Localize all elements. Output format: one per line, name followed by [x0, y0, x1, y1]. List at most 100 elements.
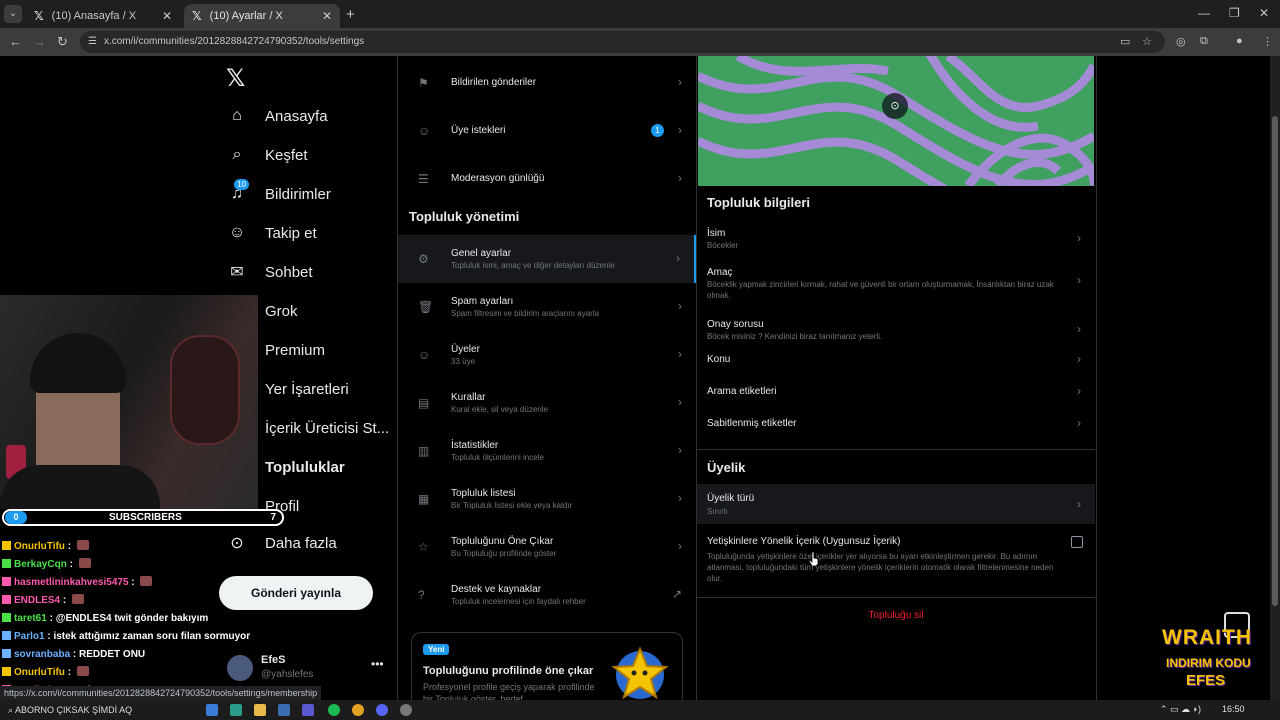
chat-text: @ENDLES4 twit gönder bakıyım [55, 613, 209, 624]
menu-row-reported-posts[interactable]: ⚑ Bildirilen gönderiler › [398, 58, 696, 106]
nav-label: Takip et [265, 224, 317, 242]
nav-item-follow[interactable]: ☺ Takip et [226, 218, 317, 248]
close-icon[interactable]: ✕ [322, 9, 332, 23]
taskbar-search[interactable]: ⌕ ABORNO ÇIKSAK ŞİMDİ AQ [8, 703, 188, 717]
mail-icon: ✉ [230, 264, 244, 281]
edge-icon[interactable] [230, 704, 242, 716]
row-title: Üyeler [451, 344, 480, 355]
nav-label: Bildirimler [265, 185, 331, 203]
account-switcher[interactable]: EfeS @yahslefes ••• [227, 654, 387, 684]
menu-kebab-icon[interactable]: ⋮ [1262, 35, 1273, 48]
membership-type-row[interactable]: Üyelik türü Sınırlı › [697, 484, 1095, 524]
hand-cursor-icon [809, 552, 819, 566]
menu-row-chart[interactable]: ▥ İstatistikler Topluluk ölçümlerini incel… [398, 427, 696, 475]
profile-icon[interactable]: ● [1236, 35, 1243, 47]
chevron-right-icon: › [1077, 384, 1081, 398]
chat-badge-icon [2, 613, 11, 622]
star-illustration-icon [611, 646, 669, 700]
window-close-icon[interactable]: ✕ [1259, 6, 1269, 20]
chevron-right-icon: › [678, 347, 682, 361]
restore-icon[interactable]: ❐ [1229, 6, 1240, 20]
nav-item-notifications[interactable]: ♫ 10 Bildirimler [226, 179, 331, 209]
user-name: EfeS [261, 654, 286, 666]
tab-search-icon[interactable]: ⌄ [4, 5, 22, 23]
spotify-icon[interactable] [328, 704, 340, 716]
menu-row-moderation-log[interactable]: ☰ Moderasyon günlüğü › [398, 154, 696, 202]
user-handle: @yahslefes [261, 669, 314, 680]
site-info-icon[interactable]: ☰ [88, 31, 97, 53]
nav-label: Grok [265, 302, 298, 320]
reload-icon[interactable]: ↻ [57, 34, 68, 50]
adult-content-checkbox[interactable] [1071, 536, 1083, 548]
outlook-icon[interactable] [278, 704, 290, 716]
chat-badge-icon [2, 649, 11, 658]
chevron-right-icon: › [678, 171, 682, 185]
adult-content-row[interactable]: Yetişkinlere Yönelik İçerik (Uygunsuz İç… [697, 536, 1095, 596]
extensions-puzzle-icon[interactable]: ⧉ [1200, 35, 1208, 48]
nav-item-more[interactable]: ⊙ Daha fazla [226, 528, 336, 558]
row-sub: 33 üye [451, 357, 476, 366]
community-banner[interactable]: ⊙ [698, 56, 1094, 186]
menu-row-trash[interactable]: 🗑 Spam ayarları Spam filtresini ve bildiri… [398, 283, 696, 331]
row-title: Topluluk listesi [451, 488, 516, 499]
nav-item-home[interactable]: ⌂ Anasayfa [226, 101, 327, 131]
request-count-badge: 1 [651, 124, 664, 137]
info-row[interactable]: Onay sorusu Böcek misiniz ? Kendinizi bir… [697, 319, 1095, 349]
menu-row-list[interactable]: ▦ Topluluk listesi Bir Topluluk listesi ek… [398, 475, 696, 523]
cast-icon[interactable]: ▭ [1120, 35, 1130, 48]
row-title: Yetişkinlere Yönelik İçerik (Uygunsuz İç… [707, 536, 901, 547]
explorer-icon[interactable] [254, 704, 266, 716]
menu-row-star[interactable]: ☆ Topluluğunu Öne Çıkar Bu Topluluğu profi… [398, 523, 696, 571]
address-bar[interactable]: ☰ x.com/i/communities/201282884272479035… [80, 31, 1165, 53]
menu-row-gear[interactable]: ⚙ Genel ayarlar Topluluk ismi, amaç ve diğ… [398, 235, 696, 283]
nav-item-chat[interactable]: ✉ Sohbet [226, 257, 313, 287]
forward-icon[interactable]: → [33, 34, 46, 49]
tray-icons[interactable]: ⌃ ▭ ☁ ◗) [1160, 704, 1201, 715]
info-row[interactable]: İsim Böcekler › [697, 228, 1095, 258]
minimize-icon[interactable]: — [1198, 6, 1210, 20]
search-icon: ⌕ [8, 705, 16, 715]
list-icon: ▦ [418, 492, 430, 506]
menu-row-rules[interactable]: ▤ Kurallar Kural ekle, sil veya düzenle › [398, 379, 696, 427]
chat-message: taret61 : @ENDLES4 twit gönder bakıyım [2, 610, 242, 628]
row-title: İstatistikler [451, 440, 499, 451]
browser-tab-home[interactable]: 𝕏 (10) Anasayfa / X ✕ [26, 4, 180, 28]
new-tab-icon[interactable]: + [346, 6, 355, 23]
row-sub: Bir Topluluk listesi ekle veya kaldır [451, 501, 573, 510]
camera-icon[interactable]: ⊙ [882, 93, 908, 119]
chat-message: OnurluTifu : [2, 664, 242, 682]
chat-separator: : [60, 595, 70, 606]
info-row[interactable]: Konu › [697, 352, 1095, 384]
menu-row-members[interactable]: ☺ Üyeler 33 üye › [398, 331, 696, 379]
teams-icon[interactable] [302, 704, 314, 716]
info-row[interactable]: Amaç Böceklik yapmak zincirleri kırmak, r… [697, 267, 1095, 300]
post-button[interactable]: Gönderi yayınla [219, 576, 373, 610]
chrome-icon[interactable] [352, 704, 364, 716]
chevron-right-icon: › [676, 251, 680, 265]
page-scrollbar[interactable] [1270, 56, 1280, 700]
bookmark-star-icon[interactable]: ☆ [1142, 35, 1152, 48]
nav-label: Sohbet [265, 263, 313, 281]
menu-row-member-requests[interactable]: ☺ Üye istekleri 1 › [398, 106, 696, 154]
windows-start-icon[interactable] [206, 704, 218, 716]
extension-icon[interactable]: ◎ [1176, 35, 1186, 48]
menu-row-help[interactable]: ? Destek ve kaynaklar Topluluk incelemesi … [398, 571, 696, 619]
back-icon[interactable]: ← [9, 34, 22, 49]
community-settings-panel: ⊙ Topluluk bilgileri İsim Böcekler › Amaç Bö… [697, 56, 1097, 700]
gear-icon: ⚙ [418, 252, 429, 266]
promo-card[interactable]: Yeni Topluluğunu profilinde öne çıkar Pr… [411, 632, 683, 700]
delete-community-button[interactable]: Topluluğu sil [697, 610, 1095, 621]
info-row[interactable]: Sabitlenmiş etiketler › [697, 416, 1095, 448]
x-logo-icon[interactable]: 𝕏 [226, 64, 245, 93]
browser-tab-settings[interactable]: 𝕏 (10) Ayarlar / X ✕ [184, 4, 340, 28]
emote-icon [76, 666, 89, 676]
promo-text: Profesyonel profile geçiş yaparak profil… [423, 682, 595, 700]
nav-label: Keşfet [265, 146, 308, 164]
discord-icon[interactable] [376, 704, 388, 716]
close-icon[interactable]: ✕ [162, 9, 172, 23]
emote-icon [76, 540, 89, 550]
obs-icon[interactable] [400, 704, 412, 716]
info-row[interactable]: Arama etiketleri › [697, 384, 1095, 416]
nav-item-explore[interactable]: ⌕ Keşfet [226, 140, 308, 170]
scrollbar-thumb[interactable] [1272, 116, 1278, 606]
